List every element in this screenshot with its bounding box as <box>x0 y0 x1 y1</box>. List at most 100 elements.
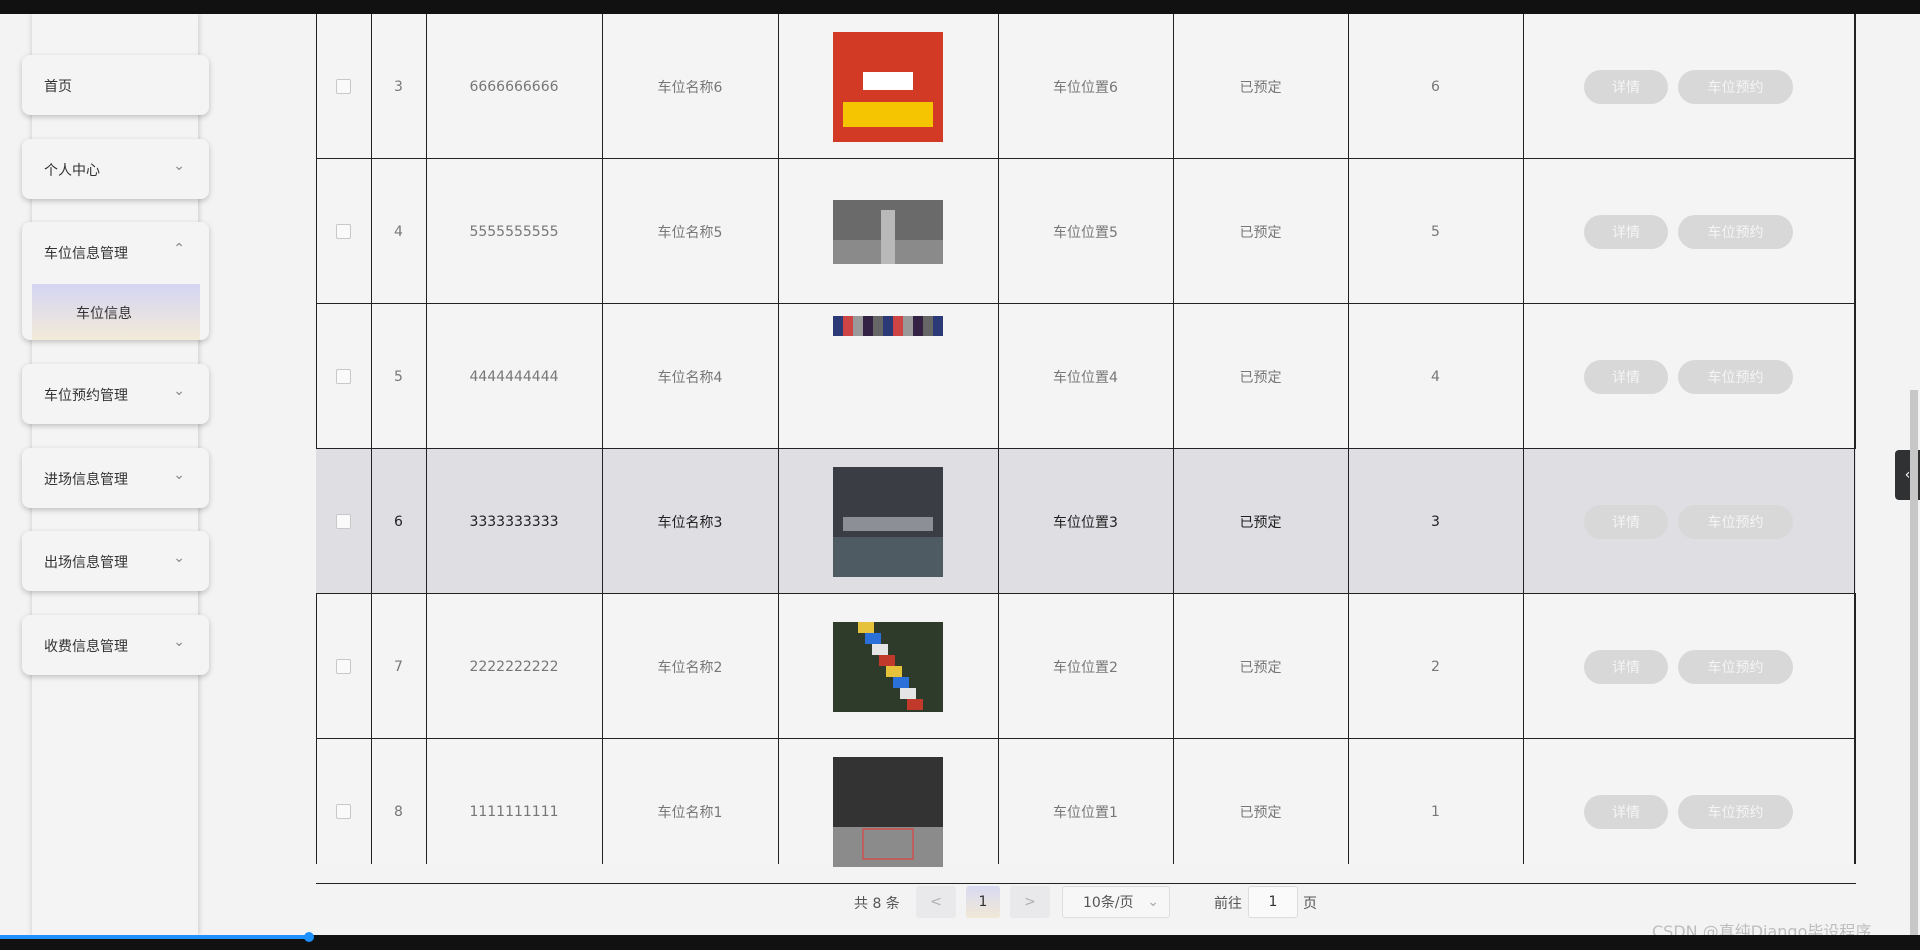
row-name: 车位名称2 <box>657 659 723 676</box>
menu-fee-management-label: 收费信息管理 <box>44 639 128 655</box>
menu-fee-management[interactable]: 收费信息管理 ⌄ <box>22 615 209 675</box>
chevron-down-icon: ⌄ <box>1147 894 1159 910</box>
row-actions: 详情 车位预约 <box>1523 449 1854 594</box>
page-size-value: 10条/页 <box>1083 895 1134 911</box>
reserve-button[interactable]: 车位预约 <box>1678 359 1793 394</box>
row-checkbox[interactable] <box>336 659 351 674</box>
detail-button[interactable]: 详情 <box>1584 649 1668 684</box>
row-code: 5555555555 <box>469 223 559 240</box>
menu-home[interactable]: 首页 <box>22 55 209 115</box>
next-page-button[interactable]: > <box>1010 886 1050 918</box>
menu-exit-management-label: 出场信息管理 <box>44 555 128 571</box>
row-status: 已预定 <box>1239 79 1282 96</box>
detail-button[interactable]: 详情 <box>1584 794 1668 829</box>
reserve-button[interactable]: 车位预约 <box>1678 649 1793 684</box>
row-image-cell <box>778 14 998 159</box>
pagination-total: 共 8 条 <box>854 896 900 912</box>
prev-page-button[interactable]: < <box>916 886 956 918</box>
reserve-button[interactable]: 车位预约 <box>1678 504 1793 539</box>
row-code: 2222222222 <box>469 658 559 675</box>
row-number: 2 <box>1431 658 1440 675</box>
row-name: 车位名称5 <box>657 224 723 241</box>
row-name: 车位名称4 <box>657 369 723 386</box>
detail-button[interactable]: 详情 <box>1584 69 1668 104</box>
menu-personal-center-label: 个人中心 <box>44 163 100 179</box>
row-status: 已预定 <box>1239 804 1282 821</box>
parking-thumbnail <box>833 199 943 264</box>
menu-personal-center[interactable]: 个人中心 ⌄ <box>22 139 209 199</box>
row-image-cell <box>778 304 998 449</box>
column-divider <box>602 14 603 864</box>
detail-button[interactable]: 详情 <box>1584 214 1668 249</box>
reserve-button[interactable]: 车位预约 <box>1678 69 1793 104</box>
row-number: 5 <box>1431 223 1440 240</box>
detail-button[interactable]: 详情 <box>1584 359 1668 394</box>
row-status: 已预定 <box>1239 659 1282 676</box>
row-image-cell <box>778 594 998 739</box>
table-row[interactable]: 7 2222222222 车位名称2 车位位置2 已预定 2 详情 车位预约 <box>316 594 1856 739</box>
table-row[interactable]: 6 3333333333 车位名称3 车位位置3 已预定 3 详情 车位预约 <box>316 449 1856 594</box>
column-divider <box>1173 14 1174 864</box>
row-code: 3333333333 <box>469 513 559 530</box>
row-actions: 详情 车位预约 <box>1523 594 1854 739</box>
row-code: 6666666666 <box>469 78 559 95</box>
row-code: 4444444444 <box>469 368 559 385</box>
menu-entry-management-label: 进场信息管理 <box>44 472 128 488</box>
row-checkbox[interactable] <box>336 224 351 239</box>
menu-exit-management[interactable]: 出场信息管理 ⌄ <box>22 531 209 591</box>
row-checkbox[interactable] <box>336 369 351 384</box>
row-checkbox-cell[interactable] <box>316 739 371 884</box>
column-divider <box>1854 14 1855 864</box>
menu-entry-management[interactable]: 进场信息管理 ⌄ <box>22 448 209 508</box>
menu-home-label: 首页 <box>44 79 72 95</box>
bottom-bar <box>0 932 1920 950</box>
top-bar <box>0 0 1920 14</box>
row-index: 7 <box>394 658 403 675</box>
row-checkbox[interactable] <box>336 514 351 529</box>
chevron-up-icon: ⌃ <box>173 241 185 257</box>
row-location: 车位位置2 <box>1053 659 1118 676</box>
row-location: 车位位置6 <box>1053 79 1118 96</box>
menu-reservation-management[interactable]: 车位预约管理 ⌄ <box>22 364 209 424</box>
submenu-parking-info[interactable]: 车位信息 <box>32 284 200 340</box>
goto-page-input[interactable] <box>1248 886 1298 918</box>
row-checkbox-cell[interactable] <box>316 159 371 304</box>
parking-thumbnail <box>833 31 943 142</box>
column-divider <box>778 14 779 864</box>
row-checkbox-cell[interactable] <box>316 449 371 594</box>
row-name: 车位名称6 <box>657 79 723 96</box>
parking-thumbnail <box>833 466 943 577</box>
chevron-down-icon: ⌄ <box>173 158 185 174</box>
chevron-down-icon: ⌄ <box>173 634 185 650</box>
table-row[interactable]: 8 1111111111 车位名称1 车位位置1 已预定 1 详情 车位预约 <box>316 739 1856 884</box>
video-progress <box>0 935 310 939</box>
table-row[interactable]: 5 4444444444 车位名称4 车位位置4 已预定 4 详情 车位预约 <box>316 304 1856 449</box>
row-code: 1111111111 <box>469 803 559 820</box>
page-number-button[interactable]: 1 <box>966 886 1000 918</box>
page-size-select[interactable]: 10条/页 ⌄ <box>1062 886 1170 918</box>
reserve-button[interactable]: 车位预约 <box>1678 794 1793 829</box>
menu-parking-info-management-label: 车位信息管理 <box>44 246 128 262</box>
row-actions: 详情 车位预约 <box>1523 14 1854 159</box>
row-number: 4 <box>1431 368 1440 385</box>
row-checkbox[interactable] <box>336 79 351 94</box>
progress-handle[interactable] <box>304 932 314 942</box>
row-index: 5 <box>394 368 403 385</box>
submenu-parking-info-label: 车位信息 <box>76 306 132 322</box>
table-row[interactable]: 4 5555555555 车位名称5 车位位置5 已预定 5 详情 车位预约 <box>316 159 1856 304</box>
vertical-scrollbar[interactable] <box>1910 390 1918 935</box>
row-checkbox-cell[interactable] <box>316 304 371 449</box>
parking-thumbnail <box>833 316 943 336</box>
row-index: 6 <box>394 513 403 530</box>
row-actions: 详情 车位预约 <box>1523 304 1854 449</box>
row-status: 已预定 <box>1239 369 1282 386</box>
row-checkbox[interactable] <box>336 804 351 819</box>
row-name: 车位名称3 <box>657 514 723 531</box>
table-row[interactable]: 3 6666666666 车位名称6 车位位置6 已预定 6 详情 车位预约 <box>316 14 1856 159</box>
row-checkbox-cell[interactable] <box>316 14 371 159</box>
row-checkbox-cell[interactable] <box>316 594 371 739</box>
row-location: 车位位置3 <box>1053 514 1118 531</box>
row-status: 已预定 <box>1239 224 1282 241</box>
detail-button[interactable]: 详情 <box>1584 504 1668 539</box>
reserve-button[interactable]: 车位预约 <box>1678 214 1793 249</box>
